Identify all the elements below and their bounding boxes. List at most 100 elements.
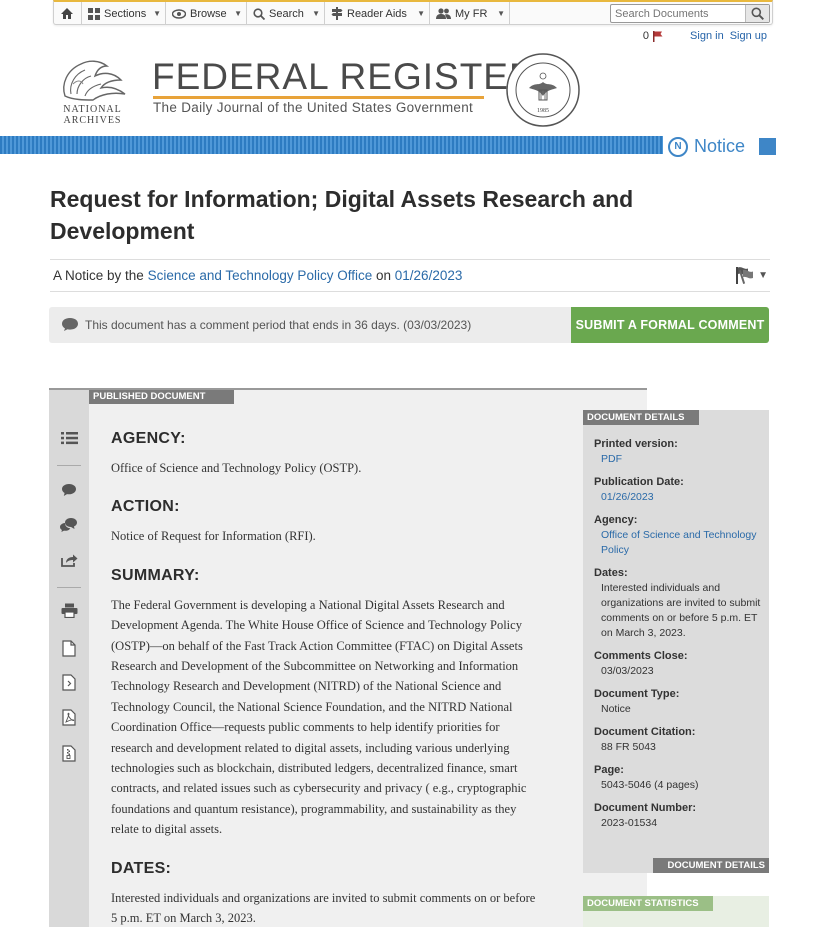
public-inspection-button[interactable] [59, 672, 79, 692]
user-bar: 0 Sign in Sign up [643, 30, 767, 42]
nav-sections-label: Sections [104, 7, 147, 20]
summary-text: The Federal Government is developing a N… [111, 597, 527, 837]
search-icon [253, 7, 265, 20]
document-title: Request for Information; Digital Assets … [50, 186, 634, 244]
summary-heading: SUMMARY: [111, 566, 200, 584]
byline: A Notice by the Science and Technology P… [50, 259, 770, 292]
other-formats-button[interactable] [59, 638, 79, 658]
agency-section: AGENCY: Office of Science and Technology… [111, 430, 541, 478]
nav-search[interactable]: Search ▼ [247, 2, 325, 25]
printed-version-label: Printed version: [594, 438, 678, 450]
notice-badge: N Notice [668, 136, 745, 157]
comments-icon [60, 517, 77, 532]
developer-tools-button[interactable] [59, 743, 79, 763]
dates-text: Interested individuals and organizations… [111, 890, 536, 926]
action-heading: ACTION: [111, 498, 180, 516]
search-input[interactable] [611, 5, 743, 22]
document-number-value: 2023-01534 [601, 817, 658, 829]
notice-box [759, 138, 776, 155]
document-body: AGENCY: Office of Science and Technology… [111, 430, 541, 927]
seal-year: 1985 [537, 108, 549, 114]
chevron-down-icon: ▼ [312, 9, 320, 18]
page-label: Page: [594, 764, 624, 776]
agency-text: Office of Science and Technology Policy … [111, 461, 362, 475]
publication-date-link[interactable]: 01/26/2023 [395, 268, 463, 283]
federal-register-title[interactable]: FEDERAL REGISTER [152, 56, 537, 98]
chevron-down-icon: ▼ [758, 269, 768, 281]
share-button[interactable] [59, 550, 79, 570]
nara-seal: 1985 [505, 52, 581, 128]
code-document-icon [62, 673, 76, 691]
speech-bubble-icon [62, 318, 78, 331]
flag-menu-button[interactable]: ▼ [735, 266, 768, 284]
agency-value-link[interactable]: Office of Science and Technology Policy [601, 529, 756, 556]
search-documents-field [610, 4, 770, 23]
document-statistics-tab: DOCUMENT STATISTICS [583, 896, 713, 911]
archives-text: ARCHIVES [63, 115, 122, 126]
byline-prefix: A Notice by the [53, 268, 144, 283]
flag-icon [653, 30, 663, 42]
page-value: 5043-5046 (4 pages) [601, 779, 699, 791]
public-comments-button[interactable] [59, 514, 79, 534]
document-type-value: Notice [601, 703, 631, 715]
sign-up-link[interactable]: Sign up [730, 30, 767, 42]
document-tools-rail [49, 390, 89, 927]
nav-browse-label: Browse [190, 7, 227, 20]
flag-counter[interactable]: 0 [643, 30, 664, 42]
publication-date-label: Publication Date: [594, 476, 684, 488]
document-details-list: Printed version: PDF Publication Date: 0… [594, 437, 764, 839]
chevron-down-icon: ▼ [153, 9, 161, 18]
title-rule [153, 96, 484, 99]
document-details-bottom-tab: DOCUMENT DETAILS [653, 858, 769, 873]
home-button[interactable] [54, 2, 82, 25]
nav-browse[interactable]: Browse ▼ [166, 2, 247, 25]
pdf-icon [62, 708, 76, 726]
agency-label: Agency: [594, 514, 638, 526]
users-icon [436, 8, 451, 19]
sign-in-link[interactable]: Sign in [690, 30, 724, 42]
pdf-button[interactable] [59, 707, 79, 727]
nav-sections[interactable]: Sections ▼ [82, 2, 166, 25]
summary-section: SUMMARY: The Federal Government is devel… [111, 567, 541, 840]
signpost-icon [331, 7, 343, 20]
print-button[interactable] [59, 600, 79, 620]
search-submit-button[interactable] [745, 5, 769, 22]
published-document-panel: PUBLISHED DOCUMENT AGENCY: Office of Sci… [49, 388, 647, 927]
tool-divider [57, 587, 81, 588]
tool-divider [57, 465, 81, 466]
print-icon [61, 603, 77, 618]
dates-heading: DATES: [111, 859, 172, 877]
document-details-tab: DOCUMENT DETAILS [583, 410, 699, 425]
comment-icon [62, 484, 76, 496]
seal-icon: 1985 [506, 53, 580, 127]
archive-document-icon [62, 744, 76, 762]
pdf-link[interactable]: PDF [601, 453, 622, 465]
chevron-down-icon: ▼ [234, 9, 242, 18]
agency-link[interactable]: Science and Technology Policy Office [148, 268, 373, 283]
submit-formal-comment-button[interactable]: SUBMIT A FORMAL COMMENT [571, 307, 769, 343]
document-statistics-panel: DOCUMENT STATISTICS [583, 896, 769, 927]
national-archives-wordmark: NATIONAL ARCHIVES [55, 104, 130, 126]
share-icon [60, 554, 77, 567]
nav-reader-aids[interactable]: Reader Aids ▼ [325, 2, 430, 25]
chevron-down-icon: ▼ [417, 9, 425, 18]
comment-button[interactable] [59, 480, 79, 500]
nav-my-fr[interactable]: My FR ▼ [430, 2, 510, 25]
document-type-label: Document Type: [594, 688, 680, 700]
action-section: ACTION: Notice of Request for Informatio… [111, 498, 541, 546]
national-text: NATIONAL [63, 104, 122, 115]
top-navigation-bar: Sections ▼ Browse ▼ Search ▼ Reader Aids… [53, 0, 773, 25]
document-type-stripe [0, 136, 663, 154]
nav-my-fr-label: My FR [455, 7, 488, 20]
comments-close-value: 03/03/2023 [601, 665, 654, 677]
published-document-tab: PUBLISHED DOCUMENT [89, 390, 234, 404]
publication-date-value-link[interactable]: 01/26/2023 [601, 491, 654, 503]
action-text: Notice of Request for Information (RFI). [111, 529, 316, 544]
document-number-label: Document Number: [594, 802, 697, 814]
document-icon [62, 639, 76, 657]
dates-value: Interested individuals and organizations… [601, 582, 761, 639]
flag-icon [736, 267, 754, 284]
document-citation-label: Document Citation: [594, 726, 696, 738]
table-of-contents-button[interactable] [59, 428, 79, 448]
nav-search-label: Search [269, 7, 304, 20]
